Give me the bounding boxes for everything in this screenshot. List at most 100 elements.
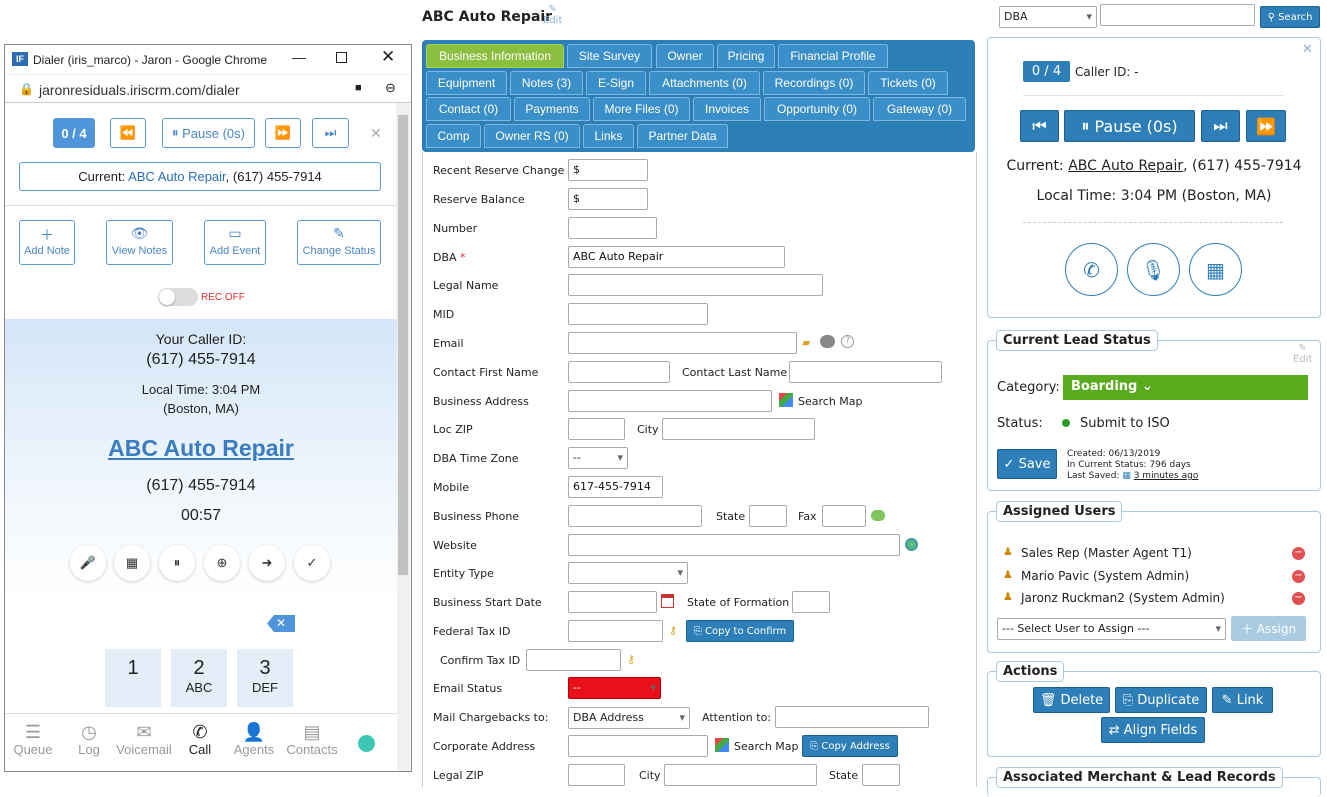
- dba-input[interactable]: ABC Auto Repair: [568, 246, 785, 268]
- entity-type-select[interactable]: [568, 562, 688, 584]
- loc-zip-input[interactable]: [568, 418, 625, 440]
- map-icon[interactable]: [779, 393, 793, 407]
- tab-payments[interactable]: Payments: [514, 97, 590, 121]
- contact-first-name-input[interactable]: [568, 361, 670, 383]
- email-status-select[interactable]: --: [568, 677, 661, 699]
- nav-agents[interactable]: 👤 Agents: [231, 722, 277, 757]
- align-fields-button[interactable]: ⇄ Align Fields: [1101, 717, 1205, 743]
- change-status-button[interactable]: ✎ Change Status: [297, 220, 381, 265]
- tab-owner-rs[interactable]: Owner RS (0): [484, 124, 580, 148]
- search-field-select[interactable]: DBA: [999, 6, 1097, 28]
- business-phone-input[interactable]: [568, 505, 702, 527]
- view-notes-button[interactable]: 👁 View Notes: [106, 220, 173, 265]
- transfer-icon[interactable]: ➜: [249, 545, 285, 581]
- pause-button[interactable]: ⏸ Pause (0s): [162, 118, 255, 148]
- mic-icon[interactable]: 🎙: [1127, 243, 1180, 296]
- calendar-icon[interactable]: [661, 594, 674, 608]
- tab-links[interactable]: Links: [583, 124, 634, 148]
- pause-button[interactable]: ⏸ Pause (0s): [1064, 110, 1195, 142]
- edit-status-button[interactable]: ✎ Edit: [1293, 343, 1312, 365]
- save-button[interactable]: ✓ Save: [997, 449, 1057, 479]
- key-3[interactable]: 3 DEF: [237, 649, 293, 707]
- add-call-icon[interactable]: ⊕: [204, 545, 240, 581]
- next-icon[interactable]: ⏩: [265, 118, 301, 148]
- number-input[interactable]: [568, 217, 657, 239]
- help-icon[interactable]: ?: [841, 335, 854, 348]
- tab-financial-profile[interactable]: Financial Profile: [778, 44, 888, 68]
- tab-more-files[interactable]: More Files (0): [593, 97, 690, 121]
- tab-recordings[interactable]: Recordings (0): [763, 71, 865, 95]
- skip-end-icon[interactable]: ⏩: [1246, 110, 1286, 142]
- search-input[interactable]: [1100, 4, 1255, 26]
- tab-equipment[interactable]: Equipment: [426, 71, 507, 95]
- skip-end-icon[interactable]: ⏭: [312, 118, 349, 148]
- current-lead-link[interactable]: ABC Auto Repair: [1068, 158, 1183, 174]
- confirm-tax-id-input[interactable]: [526, 649, 621, 671]
- hangup-icon[interactable]: ✆: [1065, 243, 1118, 296]
- folder-icon[interactable]: ▰: [802, 336, 810, 349]
- tab-owner[interactable]: Owner: [656, 44, 714, 68]
- assign-user-select[interactable]: --- Select User to Assign ---: [997, 618, 1226, 640]
- business-address-input[interactable]: [568, 390, 772, 412]
- legal-city-input[interactable]: [664, 764, 817, 786]
- search-button[interactable]: ⚲ Search: [1260, 6, 1320, 28]
- mic-icon[interactable]: 🎤: [70, 545, 106, 581]
- tab-invoices[interactable]: Invoices: [693, 97, 761, 121]
- corporate-address-input[interactable]: [568, 735, 708, 757]
- legal-zip-input[interactable]: [568, 764, 625, 786]
- maximize-icon[interactable]: [336, 52, 347, 63]
- close-icon[interactable]: ✕: [1302, 42, 1313, 57]
- map-icon[interactable]: [715, 738, 729, 752]
- contact-last-name-input[interactable]: [789, 361, 942, 383]
- attention-to-input[interactable]: [775, 706, 929, 728]
- nav-log[interactable]: ◷ Log: [72, 722, 106, 757]
- nav-queue[interactable]: ☰ Queue: [13, 722, 53, 757]
- business-start-date-input[interactable]: [568, 591, 657, 613]
- email-input[interactable]: [568, 332, 797, 354]
- globe-icon[interactable]: [905, 538, 918, 551]
- remove-user-icon[interactable]: −: [1292, 592, 1305, 605]
- scrollbar-thumb[interactable]: [398, 115, 408, 575]
- remove-user-icon[interactable]: −: [1292, 570, 1305, 583]
- mail-chargebacks-select[interactable]: DBA Address: [568, 707, 690, 729]
- tab-comp[interactable]: Comp: [426, 124, 481, 148]
- category-dropdown[interactable]: Boarding ⌄: [1063, 375, 1308, 400]
- add-event-button[interactable]: ▭ Add Event: [204, 220, 266, 265]
- search-map-link[interactable]: Search Map: [734, 740, 799, 753]
- next-icon[interactable]: ⏭: [1201, 110, 1240, 142]
- mid-input[interactable]: [568, 303, 708, 325]
- mobile-input[interactable]: 617-455-7914: [568, 476, 663, 498]
- duplicate-button[interactable]: ⎘ Duplicate: [1115, 687, 1207, 713]
- minimize-icon[interactable]: —: [292, 49, 306, 65]
- tab-pricing[interactable]: Pricing: [717, 44, 775, 68]
- tab-site-survey[interactable]: Site Survey: [567, 44, 652, 68]
- keypad-icon[interactable]: ▦: [114, 545, 150, 581]
- keypad-icon[interactable]: ▦: [1189, 243, 1242, 296]
- nav-contacts[interactable]: ▤ Contacts: [285, 722, 339, 757]
- add-note-button[interactable]: ＋ Add Note: [19, 220, 75, 265]
- tab-business-information[interactable]: Business Information: [426, 44, 564, 68]
- complete-icon[interactable]: ✓: [294, 545, 330, 581]
- tab-tickets[interactable]: Tickets (0): [868, 71, 948, 95]
- legal-state-input[interactable]: [862, 764, 900, 786]
- business-name-link[interactable]: ABC Auto Repair: [5, 435, 397, 462]
- delete-button[interactable]: 🗑 Delete: [1033, 687, 1110, 713]
- copy-to-confirm-button[interactable]: ⎘ Copy to Confirm: [686, 620, 794, 642]
- time-zone-select[interactable]: --: [568, 447, 628, 469]
- city-input[interactable]: [662, 418, 815, 440]
- key-2[interactable]: 2 ABC: [171, 649, 227, 707]
- last-saved-link[interactable]: 3 minutes ago: [1134, 471, 1199, 481]
- tab-partner-data[interactable]: Partner Data: [637, 124, 728, 148]
- tab-attachments[interactable]: Attachments (0): [649, 71, 760, 95]
- edit-title-button[interactable]: ✎ Edit: [543, 4, 562, 26]
- state-input[interactable]: [749, 505, 787, 527]
- url-text[interactable]: jaronresiduals.iriscrm.com/dialer: [39, 82, 240, 98]
- website-input[interactable]: [568, 534, 900, 556]
- nav-call[interactable]: ✆ Call: [183, 722, 217, 757]
- remove-user-icon[interactable]: −: [1292, 547, 1305, 560]
- tab-contact[interactable]: Contact (0): [426, 97, 511, 121]
- sms-icon[interactable]: [871, 510, 885, 521]
- tab-gateway[interactable]: Gateway (0): [873, 97, 966, 121]
- address-bar[interactable]: 🔒 jaronresiduals.iriscrm.com/dialer ■ ⊖: [5, 75, 411, 103]
- tab-notes[interactable]: Notes (3): [510, 71, 583, 95]
